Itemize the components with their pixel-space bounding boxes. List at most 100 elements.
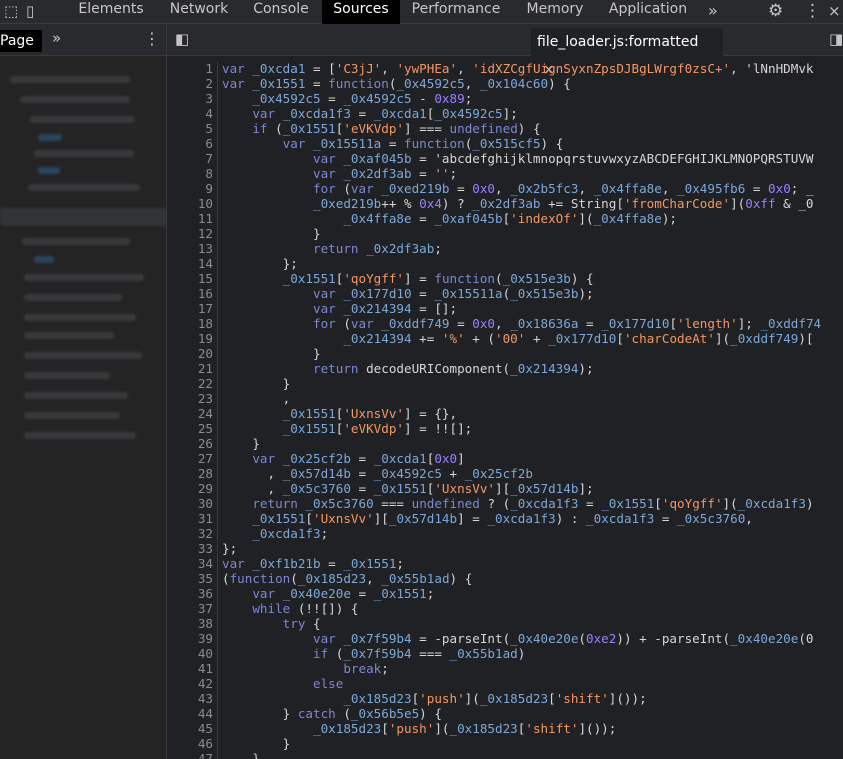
more-tabs-icon[interactable]: »	[708, 0, 718, 24]
code-line[interactable]: }	[222, 736, 843, 751]
code-line[interactable]: _0x185d23['push'](_0x185d23['shift']());	[222, 691, 843, 706]
line-number[interactable]: 46	[185, 736, 213, 751]
code-line[interactable]: var _0xaf045b = 'abcdefghijklmnopqrstuvw…	[222, 151, 843, 166]
sidebar-menu-icon[interactable]: ⋮	[144, 29, 160, 48]
code-line[interactable]: }	[222, 346, 843, 361]
line-number[interactable]: 6	[185, 136, 213, 151]
code-line[interactable]: }	[222, 376, 843, 391]
code-line[interactable]: _0xcda1f3;	[222, 526, 843, 541]
line-number[interactable]: 30	[185, 496, 213, 511]
line-number[interactable]: 4	[185, 106, 213, 121]
code-line[interactable]: , _0x57d14b = _0x4592c5 + _0x25cf2b	[222, 466, 843, 481]
line-number[interactable]: 16	[185, 286, 213, 301]
code-line[interactable]: try {	[222, 616, 843, 631]
code-line[interactable]: while (!![]) {	[222, 601, 843, 616]
line-number[interactable]: 39	[185, 631, 213, 646]
code-line[interactable]: }	[222, 436, 843, 451]
code-line[interactable]: };	[222, 256, 843, 271]
line-number[interactable]: 2	[185, 76, 213, 91]
line-numbers-gutter[interactable]: 1 2 3 4 5 6 7 8 9 10 11 12 13 14 15 16 17 18 19 20 21 22 23 24 2…	[185, 61, 218, 759]
line-number[interactable]: 27	[185, 451, 213, 466]
more-options-icon[interactable]: ⋮	[804, 0, 821, 24]
code-line[interactable]: var _0x40e20e = _0x1551;	[222, 586, 843, 601]
line-number[interactable]: 10	[185, 196, 213, 211]
code-line[interactable]: if (_0x1551['eVKVdp'] === undefined) {	[222, 121, 843, 136]
line-number[interactable]: 20	[185, 346, 213, 361]
code-line[interactable]: else	[222, 676, 843, 691]
code-line[interactable]: }	[222, 226, 843, 241]
code-line[interactable]: _0x4ffa8e = _0xaf045b['indexOf'](_0x4ffa…	[222, 211, 843, 226]
tab-console[interactable]: Console	[242, 0, 320, 24]
code-line[interactable]: , _0x5c3760 = _0x1551['UxnsVv'][_0x57d14…	[222, 481, 843, 496]
code-line[interactable]: var _0x2df3ab = '';	[222, 166, 843, 181]
line-number[interactable]: 1	[185, 61, 213, 76]
code-line[interactable]: _0xed219b++ % 0x4) ? _0x2df3ab += String…	[222, 196, 843, 211]
line-number[interactable]: 43	[185, 691, 213, 706]
tab-file-loader-formatted[interactable]: file_loader.js:formatted ×	[531, 28, 723, 78]
line-number[interactable]: 26	[185, 436, 213, 451]
line-number[interactable]: 25	[185, 421, 213, 436]
code-line[interactable]: var _0xcda1 = ['C3jJ', 'ywPHEa', 'idXZCg…	[222, 61, 843, 76]
line-number[interactable]: 29	[185, 481, 213, 496]
line-number[interactable]: 18	[185, 316, 213, 331]
line-number[interactable]: 8	[185, 166, 213, 181]
tab-elements[interactable]: Elements	[66, 0, 156, 24]
device-toolbar-icon[interactable]: ▯	[26, 0, 34, 24]
page-tab[interactable]: Page	[0, 30, 42, 52]
code-line[interactable]: var _0x177d10 = _0x15511a(_0x515e3b);	[222, 286, 843, 301]
code-line[interactable]: _0x1551['qoYgff'] = function(_0x515e3b) …	[222, 271, 843, 286]
code-line[interactable]: return _0x2df3ab;	[222, 241, 843, 256]
code-line[interactable]: } catch (_0x56b5e5) {	[222, 706, 843, 721]
code-line[interactable]: var _0x214394 = [];	[222, 301, 843, 316]
code-line[interactable]: var _0xf1b21b = _0x1551;	[222, 556, 843, 571]
line-number[interactable]: 34	[185, 556, 213, 571]
line-number[interactable]: 31	[185, 511, 213, 526]
code-line[interactable]: break;	[222, 661, 843, 676]
code-line[interactable]: return _0x5c3760 === undefined ? (_0xcda…	[222, 496, 843, 511]
code-line[interactable]: }	[222, 751, 843, 759]
code-line[interactable]: _0x185d23['push'](_0x185d23['shift']());	[222, 721, 843, 736]
code-line[interactable]: return decodeURIComponent(_0x214394);	[222, 361, 843, 376]
more-panels-icon[interactable]: »	[52, 29, 61, 47]
line-number[interactable]: 9	[185, 181, 213, 196]
code-line[interactable]: _0x1551['UxnsVv'] = {},	[222, 406, 843, 421]
line-number[interactable]: 28	[185, 466, 213, 481]
code-line[interactable]: _0x1551['UxnsVv'][_0x57d14b] = _0xcda1f3…	[222, 511, 843, 526]
line-number[interactable]: 19	[185, 331, 213, 346]
code-line[interactable]: var _0x15511a = function(_0x515cf5) {	[222, 136, 843, 151]
close-devtools-icon[interactable]: ×	[828, 0, 841, 24]
line-number[interactable]: 7	[185, 151, 213, 166]
line-number[interactable]: 21	[185, 361, 213, 376]
open-file-tab[interactable]	[205, 28, 257, 56]
code-line[interactable]: (function(_0x185d23, _0x55b1ad) {	[222, 571, 843, 586]
line-number[interactable]: 45	[185, 721, 213, 736]
code-line[interactable]: for (var _0xddf749 = 0x0, _0x18636a = _0…	[222, 316, 843, 331]
code-line[interactable]: ,	[222, 391, 843, 406]
code-line[interactable]: };	[222, 541, 843, 556]
line-number[interactable]: 40	[185, 646, 213, 661]
line-number[interactable]: 33	[185, 541, 213, 556]
inspect-element-icon[interactable]: ⬚	[4, 0, 18, 24]
code-line[interactable]: _0x1551['eVKVdp'] = !![];	[222, 421, 843, 436]
code-lines[interactable]: var _0xcda1 = ['C3jJ', 'ywPHEa', 'idXZCg…	[222, 61, 843, 759]
code-line[interactable]: var _0x7f59b4 = -parseInt(_0x40e20e(0xe2…	[222, 631, 843, 646]
line-number[interactable]: 14	[185, 256, 213, 271]
code-line[interactable]: for (var _0xed219b = 0x0, _0x2b5fc3, _0x…	[222, 181, 843, 196]
tab-application[interactable]: Application	[596, 0, 700, 24]
line-number[interactable]: 41	[185, 661, 213, 676]
open-file-tab[interactable]	[389, 28, 465, 56]
line-number[interactable]: 38	[185, 616, 213, 631]
tab-network[interactable]: Network	[156, 0, 242, 24]
code-line[interactable]: var _0xcda1f3 = _0xcda1[_0x4592c5];	[222, 106, 843, 121]
line-number[interactable]: 24	[185, 406, 213, 421]
code-view[interactable]: 1 2 3 4 5 6 7 8 9 10 11 12 13 14 15 16 17 18 19 20 21 22 23 24 2…	[167, 61, 843, 759]
tab-sources[interactable]: Sources	[322, 0, 400, 24]
line-number[interactable]: 13	[185, 241, 213, 256]
toggle-navigator-icon[interactable]: ◧	[175, 30, 189, 48]
tab-performance[interactable]: Performance	[400, 0, 512, 24]
line-number[interactable]: 5	[185, 121, 213, 136]
code-line[interactable]: _0x214394 += '%' + ('00' + _0x177d10['ch…	[222, 331, 843, 346]
line-number[interactable]: 42	[185, 676, 213, 691]
line-number[interactable]: 23	[185, 391, 213, 406]
code-line[interactable]: var _0x1551 = function(_0x4592c5, _0x104…	[222, 76, 843, 91]
